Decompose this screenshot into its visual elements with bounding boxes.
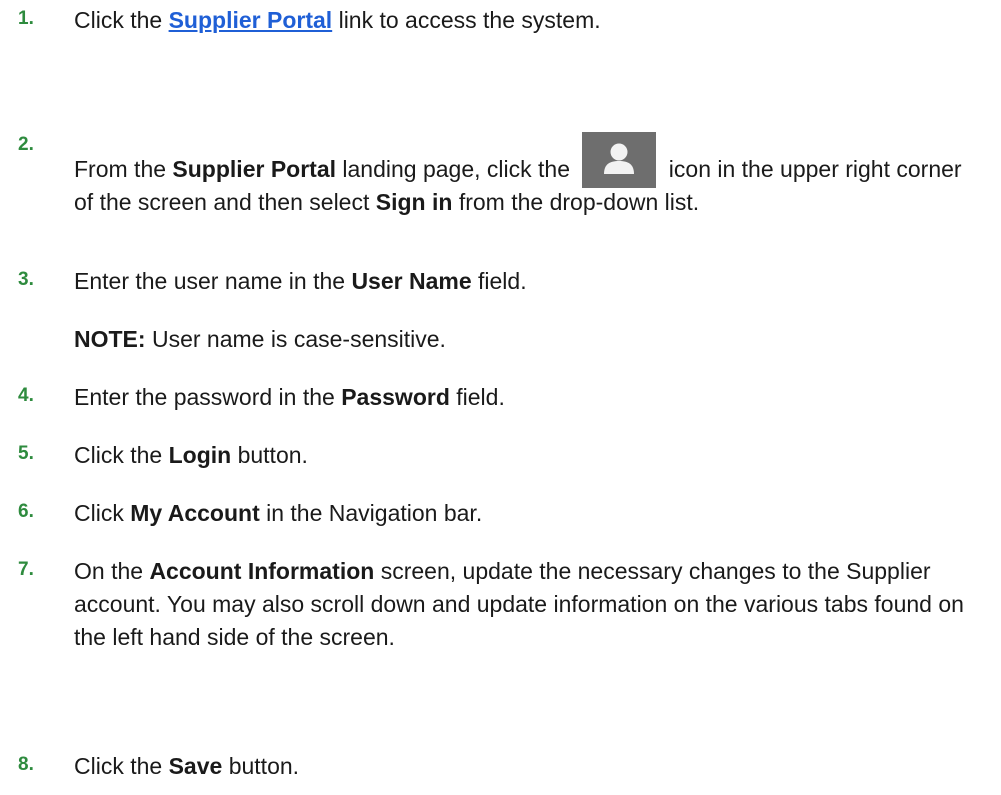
step-text-part: On the [74,558,150,584]
step-text-part: landing page, click the [336,156,577,182]
step-text: Click the Save button. [74,750,979,783]
note: NOTE: User name is case-sensitive. [74,323,446,356]
step-text-part: field. [471,268,527,294]
bold-term: Account Information [149,558,375,584]
bold-term: User Name [351,268,472,294]
step-text-part: Enter the password in the [74,384,342,410]
step-text-part: in the Navigation bar. [259,500,483,526]
step-text-part: link to access the system. [332,7,601,33]
step-number: 2. [18,134,34,155]
instruction-steps: 1. Click the Supplier Portal link to acc… [0,0,1001,795]
user-avatar-icon [582,132,657,188]
step-number: 7. [18,559,34,580]
step-text-part: button. [231,442,308,468]
supplier-portal-link[interactable]: Supplier Portal [169,7,333,33]
note-label: NOTE: [74,326,146,352]
step-number: 6. [18,501,34,522]
step-number: 4. [18,385,34,406]
note-text: User name is case-sensitive. [145,326,446,352]
step-text-part: from the drop-down list. [452,189,700,215]
bold-term: Save [168,753,223,779]
step-text: Enter the user name in the User Name fie… [74,265,979,298]
bold-term: Login [168,442,232,468]
step-text: Enter the password in the Password field… [74,381,979,414]
bold-term: Password [341,384,450,410]
step-text: Click the Supplier Portal link to access… [74,4,979,37]
step-text-part: Enter the user name in the [74,268,352,294]
bold-term: Supplier Portal [172,156,337,182]
step-text: From the Supplier Portal landing page, c… [74,130,979,219]
step-text-part: Click the [74,753,169,779]
step-number: 5. [18,443,34,464]
step-text-part: Click the [74,7,169,33]
step-text-part: Click [74,500,131,526]
step-number: 3. [18,269,34,290]
step-number: 8. [18,754,34,775]
step-text: Click My Account in the Navigation bar. [74,497,979,530]
bold-term: My Account [130,500,260,526]
step-text: On the Account Information screen, updat… [74,555,979,654]
step-text-part: button. [222,753,300,779]
step-text-part: Click the [74,442,169,468]
step-number: 1. [18,8,34,29]
step-text-part: From the [74,156,173,182]
bold-term: Sign in [375,189,453,215]
step-text: Click the Login button. [74,439,979,472]
step-text-part: field. [449,384,505,410]
